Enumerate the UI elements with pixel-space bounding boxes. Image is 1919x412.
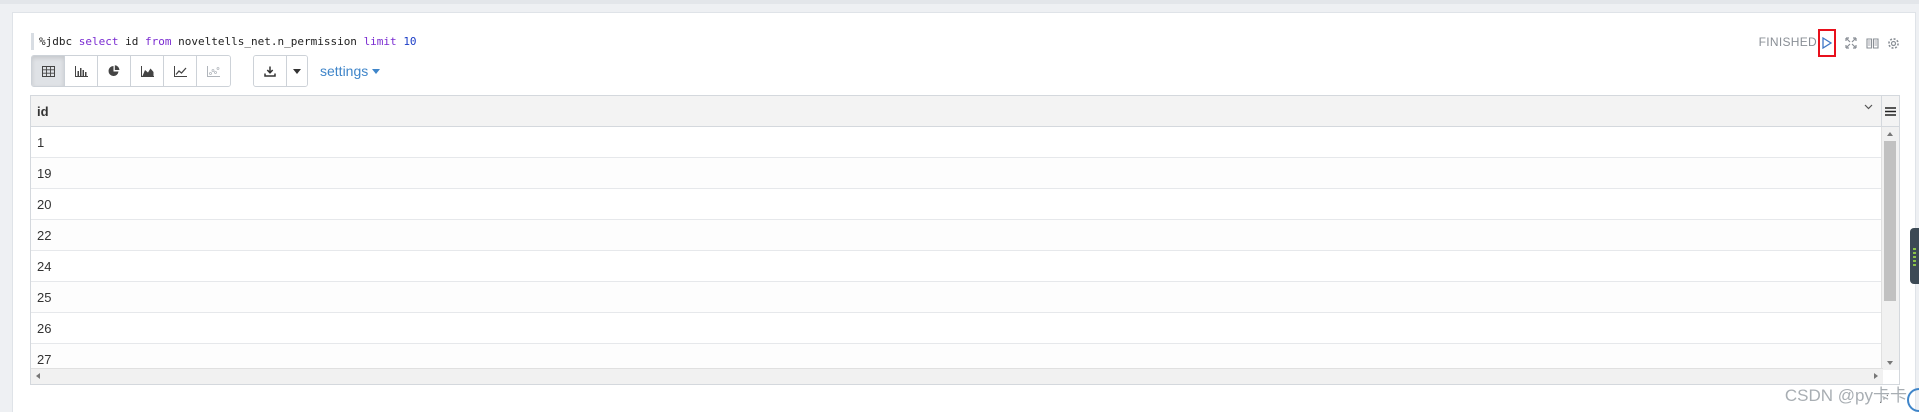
vertical-scroll-thumb[interactable] [1884,141,1896,301]
visualization-toolbar [31,55,231,87]
table-row[interactable]: 26 [31,313,1883,344]
table-view-button[interactable] [32,56,65,86]
watermark: CSDN @py卡卡 [1784,386,1907,405]
horizontal-scrollbar[interactable] [31,368,1883,384]
scroll-down-arrow[interactable] [1887,361,1893,365]
chevron-down-icon [1864,104,1873,110]
hamburger-menu-icon [1885,106,1896,116]
table-row[interactable]: 24 [31,251,1883,282]
book-icon [1865,38,1879,49]
grid-rows: 1 19 20 22 24 25 26 27 [31,127,1883,375]
keyword-limit: limit [363,35,397,48]
table-row[interactable]: 20 [31,189,1883,220]
notebook-paragraph: %jdbc select id from noveltells_net.n_pe… [12,12,1916,412]
gear-icon [1887,37,1899,49]
paragraph-settings-button[interactable] [1885,33,1901,53]
keyword-select: select [78,35,119,48]
download-dropdown [253,55,308,87]
bar-chart-icon [74,65,88,77]
code-editor[interactable]: %jdbc select id from noveltells_net.n_pe… [31,33,417,50]
table-row[interactable]: 1 [31,127,1883,158]
column-menu-button[interactable] [1864,104,1873,110]
bar-chart-button[interactable] [65,56,98,86]
table-icon [41,65,55,77]
column-header-id[interactable]: id [37,104,49,119]
expand-icon [1845,37,1857,49]
grid-header: id [31,96,1883,127]
column-token: id [125,35,139,48]
table-token: noveltells_net.n_permission [178,35,357,48]
scroll-right-arrow[interactable] [1874,373,1878,379]
scroll-left-arrow[interactable] [36,373,40,379]
area-chart-button[interactable] [131,56,164,86]
scatter-chart-icon [207,65,220,77]
download-button[interactable] [254,56,287,86]
pie-chart-icon [108,65,120,76]
settings-dropdown[interactable]: settings [320,63,381,79]
paragraph-status: FINISHED [1758,35,1817,49]
table-row[interactable]: 22 [31,220,1883,251]
scroll-up-arrow[interactable] [1887,132,1893,136]
line-chart-icon [173,65,187,77]
settings-label: settings [320,63,369,79]
caret-down-icon [372,68,381,74]
side-widget[interactable] [1910,228,1919,284]
vertical-scrollbar[interactable] [1881,127,1899,370]
toggle-editor-button[interactable] [1864,33,1880,53]
area-chart-icon [140,65,154,77]
pie-chart-button[interactable] [98,56,131,86]
limit-value: 10 [403,35,417,48]
download-icon [264,66,276,77]
interpreter-tag: %jdbc [39,35,73,48]
table-row[interactable]: 19 [31,158,1883,189]
top-border [0,0,1919,4]
play-icon [1822,37,1832,49]
run-button[interactable] [1818,29,1836,57]
download-options-toggle[interactable] [287,56,307,86]
expand-button[interactable] [1843,33,1859,53]
scatter-chart-button[interactable] [197,56,230,86]
caret-down-icon [293,68,301,74]
line-chart-button[interactable] [164,56,197,86]
grid-menu-button[interactable] [1881,96,1899,127]
paragraph-controls [1818,29,1901,57]
results-grid: id 1 19 20 22 24 25 26 27 [30,95,1900,385]
keyword-from: from [145,35,172,48]
table-row[interactable]: 25 [31,282,1883,313]
